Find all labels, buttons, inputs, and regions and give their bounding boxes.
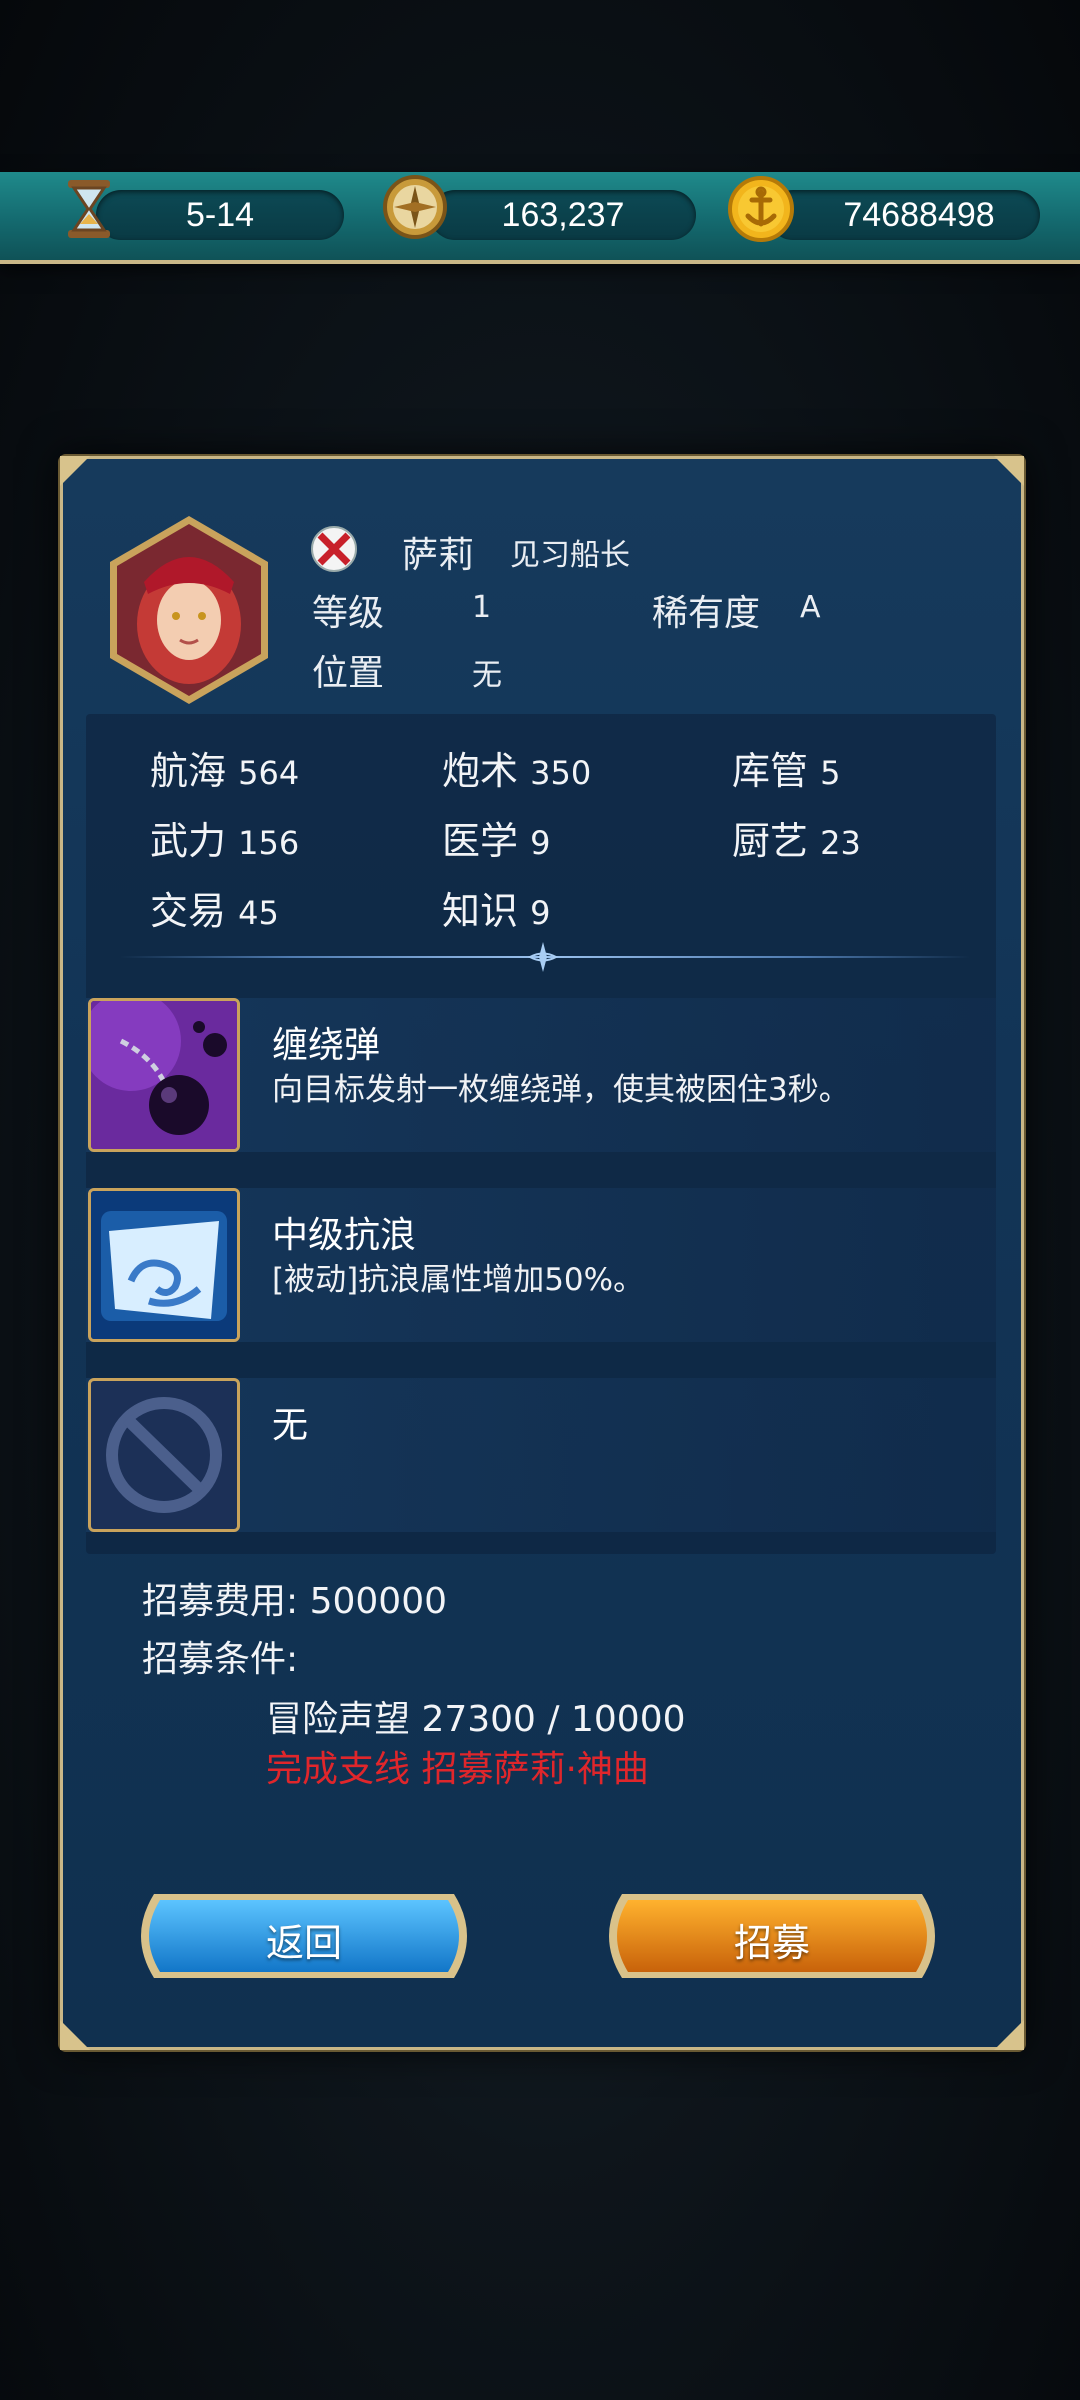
skill-row[interactable]: 无 — [86, 1378, 996, 1532]
hourglass-icon — [68, 180, 110, 238]
stat-trade: 交易 45 — [150, 889, 279, 933]
stat-navigation: 航海 564 — [150, 749, 300, 793]
recruit-button-label: 招募 — [733, 1921, 810, 1965]
stat-force: 武力 156 — [150, 819, 300, 863]
back-button[interactable]: 返回 — [124, 1888, 484, 1984]
skill-title: 中级抗浪 — [272, 1215, 417, 1256]
skill-description: 向目标发射一枚缠绕弹，使其被困住3秒。 — [272, 1072, 850, 1108]
stat-medicine: 医学 9 — [442, 819, 551, 863]
position-value: 无 — [472, 658, 502, 693]
skill-row[interactable]: 缠绕弹 向目标发射一枚缠绕弹，使其被困住3秒。 — [86, 998, 996, 1152]
gold-value: 74688498 — [843, 196, 995, 234]
gold-resource: 74688498 — [768, 190, 1040, 240]
panel-corner — [60, 456, 90, 486]
skill-row[interactable]: 中级抗浪 [被动]抗浪属性增加50%。 — [86, 1188, 996, 1342]
officer-title: 见习船长 — [510, 538, 630, 573]
stage-resource: 5-14 — [96, 190, 344, 240]
officer-name: 萨莉 — [402, 535, 475, 576]
stat-knowledge: 知识 9 — [442, 889, 551, 933]
chain-shot-icon — [88, 998, 240, 1152]
compass-resource: 163,237 — [430, 190, 696, 240]
wave-resist-icon — [88, 1188, 240, 1342]
level-label: 等级 — [312, 593, 385, 634]
stat-cooking: 厨艺 23 — [732, 819, 861, 863]
panel-corner — [994, 456, 1024, 486]
compass-value: 163,237 — [501, 196, 625, 234]
compass-icon — [383, 175, 447, 239]
rarity-value: A — [800, 590, 821, 625]
quest-requirement: 完成支线 招募萨莉·神曲 — [266, 1749, 649, 1790]
empty-slot-icon — [88, 1378, 240, 1532]
level-value: 1 — [472, 590, 492, 625]
recruit-cost: 招募费用: 500000 — [142, 1581, 448, 1622]
stat-storage: 库管 5 — [732, 749, 841, 793]
divider-ornament-icon — [527, 942, 559, 972]
officer-portrait — [110, 516, 268, 704]
resource-bar: 5-14 163,237 74688498 — [0, 172, 1080, 264]
skill-description: [被动]抗浪属性增加50%。 — [272, 1262, 645, 1298]
skill-title: 无 — [272, 1405, 309, 1446]
rarity-label: 稀有度 — [652, 593, 761, 634]
position-label: 位置 — [312, 653, 385, 694]
stage-value: 5-14 — [185, 196, 255, 234]
back-button-label: 返回 — [265, 1921, 342, 1965]
stat-gunnery: 炮术 350 — [442, 749, 592, 793]
recruit-button[interactable]: 招募 — [592, 1888, 952, 1984]
recruit-condition-label: 招募条件: — [142, 1639, 299, 1680]
gold-anchor-icon — [728, 176, 794, 242]
nation-flag-icon — [311, 526, 357, 572]
panel-corner — [60, 2020, 90, 2050]
panel-corner — [994, 2020, 1024, 2050]
reputation-requirement: 冒险声望 27300 / 10000 — [266, 1699, 686, 1740]
skill-title: 缠绕弹 — [272, 1025, 381, 1066]
